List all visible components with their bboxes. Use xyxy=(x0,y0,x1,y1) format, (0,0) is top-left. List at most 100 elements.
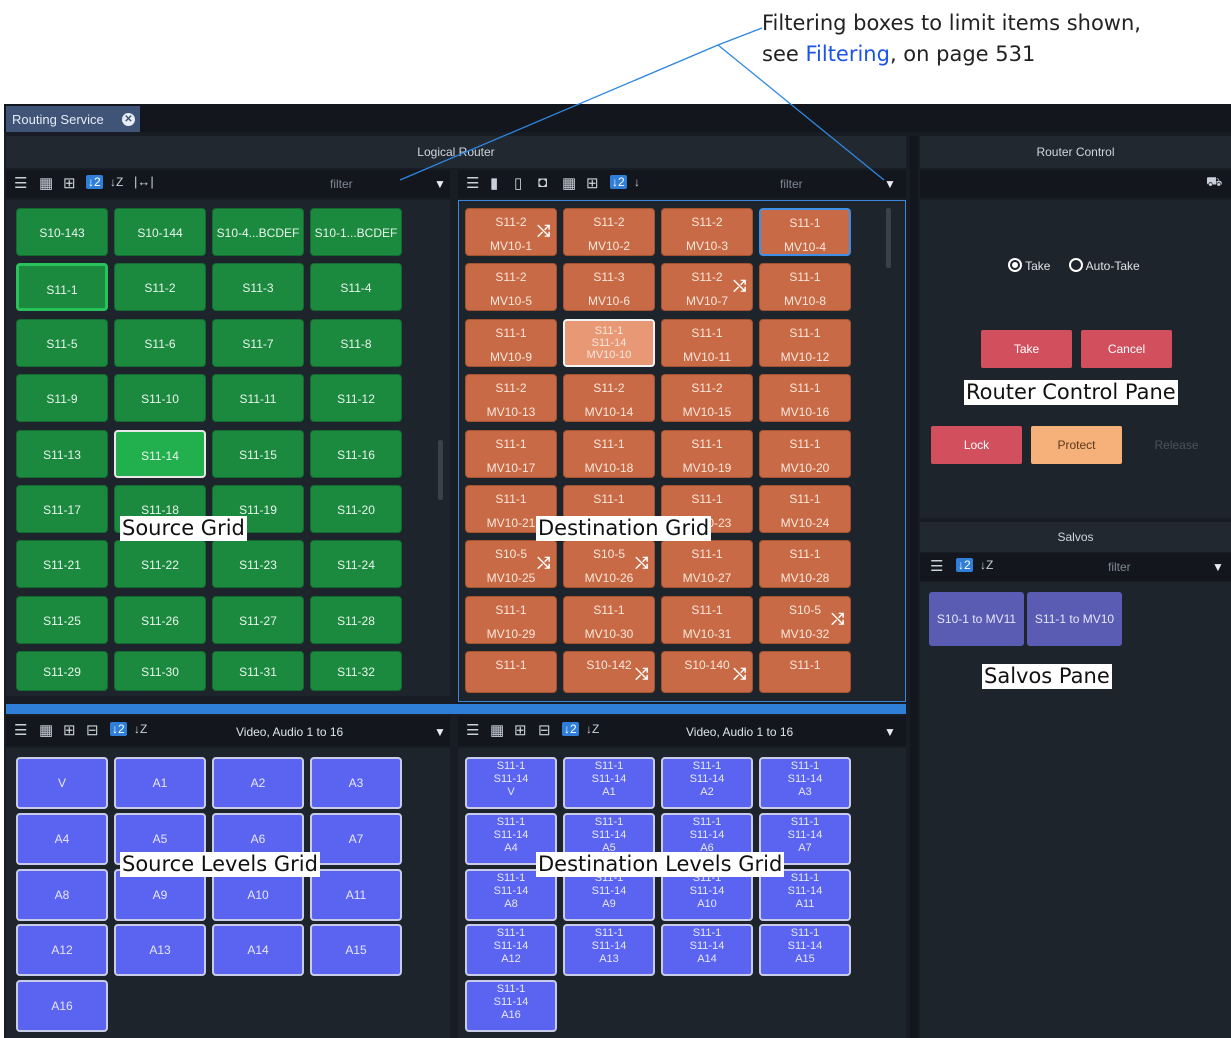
large-tiles-icon[interactable]: ▦ xyxy=(490,721,504,739)
source-tile[interactable]: S11-12 xyxy=(310,374,402,423)
destination-tile[interactable]: S11-1 MV10-31 xyxy=(661,595,753,644)
source-tile[interactable]: S11-5 xyxy=(16,318,108,367)
source-tile[interactable]: S11-28 xyxy=(310,595,402,644)
destination-filter-input[interactable]: filter xyxy=(780,177,803,191)
sort-numeric-icon[interactable]: ↓2 xyxy=(86,175,103,189)
large-tiles-icon[interactable]: ▦ xyxy=(39,721,53,739)
destination-tile[interactable]: S10-140 ⤭ xyxy=(661,651,753,694)
source-tile[interactable]: S11-9 xyxy=(16,374,108,423)
destination-tile[interactable]: S11-3 MV10-6 xyxy=(563,263,655,312)
source-tile[interactable]: S11-25 xyxy=(16,595,108,644)
source-level-tile[interactable]: A16 xyxy=(16,980,108,1033)
source-level-tile[interactable]: A3 xyxy=(310,757,402,809)
source-tile[interactable]: S11-7 xyxy=(212,318,304,367)
destination-tile[interactable]: S10-5 MV10-26 ⤭ xyxy=(563,540,655,589)
source-scrollbar[interactable] xyxy=(438,440,443,500)
destination-tile[interactable]: S11-2 MV10-15 xyxy=(661,374,753,423)
sort-alpha-icon[interactable]: ↓ xyxy=(634,175,640,189)
source-tile[interactable]: S11-20 xyxy=(310,485,402,533)
list-view-icon[interactable]: ☰ xyxy=(14,721,27,739)
copy-icon[interactable]: ▮ xyxy=(490,174,498,192)
cancel-button[interactable]: Cancel xyxy=(1081,330,1172,368)
destination-tile[interactable]: S11-1 MV10-8 xyxy=(759,263,851,312)
destination-tile[interactable]: S11-1 MV10-30 xyxy=(563,595,655,644)
destination-tile[interactable]: S11-2 MV10-2 xyxy=(563,208,655,256)
source-tile[interactable]: S11-1 xyxy=(16,263,108,312)
source-tile[interactable]: S11-30 xyxy=(114,651,206,692)
filtering-link[interactable]: Filtering xyxy=(805,42,889,66)
medium-tiles-icon[interactable]: ⊟ xyxy=(538,721,551,739)
close-icon[interactable]: ✕ xyxy=(122,113,135,126)
auto-take-radio[interactable]: Auto-Take xyxy=(1069,256,1140,273)
source-level-tile[interactable]: A7 xyxy=(310,812,402,865)
source-tile[interactable]: S11-24 xyxy=(310,540,402,589)
small-tiles-icon[interactable]: ⊞ xyxy=(586,174,599,192)
source-tile[interactable]: S11-31 xyxy=(212,651,304,692)
destination-tile[interactable]: S11-1 MV10-18 xyxy=(563,429,655,478)
destination-tile[interactable]: S11-1 MV10-16 xyxy=(759,374,851,423)
destination-tile[interactable]: S10-142 ⤭ xyxy=(563,651,655,694)
sort-alpha-icon[interactable]: ↓Z xyxy=(980,558,993,572)
router-icon[interactable]: ⛟ xyxy=(1206,174,1222,192)
source-level-tile[interactable]: A14 xyxy=(212,924,304,977)
source-tile[interactable]: S11-3 xyxy=(212,263,304,312)
source-tile[interactable]: S11-13 xyxy=(16,429,108,478)
source-level-tile[interactable]: A4 xyxy=(16,812,108,865)
destination-tile[interactable]: S11-2 MV10-5 xyxy=(465,263,557,312)
protect-button[interactable]: Protect xyxy=(1031,426,1122,464)
source-tile[interactable]: S11-6 xyxy=(114,318,206,367)
source-level-tile[interactable]: A11 xyxy=(310,868,402,921)
source-filter-input[interactable]: filter xyxy=(330,177,353,191)
source-tile[interactable]: S11-22 xyxy=(114,540,206,589)
source-tile[interactable]: S11-4 xyxy=(310,263,402,312)
vertical-splitter[interactable] xyxy=(910,136,918,1038)
source-tile[interactable]: S11-10 xyxy=(114,374,206,423)
release-button[interactable]: Release xyxy=(1131,426,1222,464)
funnel-icon[interactable]: ▼ xyxy=(884,177,896,191)
large-tiles-icon[interactable]: ▦ xyxy=(562,174,576,192)
source-tile[interactable]: S11-27 xyxy=(212,595,304,644)
salvos-filter-input[interactable]: filter xyxy=(1108,560,1131,574)
list-view-icon[interactable]: ☰ xyxy=(466,721,479,739)
funnel-icon[interactable]: ▼ xyxy=(1212,560,1224,574)
destination-tile[interactable]: S11-1 MV10-20 xyxy=(759,429,851,478)
destination-tile[interactable]: S10-5 MV10-25 ⤭ xyxy=(465,540,557,589)
medium-tiles-icon[interactable]: ⊟ xyxy=(86,721,99,739)
source-level-tile[interactable]: A15 xyxy=(310,924,402,977)
source-level-tile[interactable]: A13 xyxy=(114,924,206,977)
tab-routing-service[interactable]: Routing Service ✕ xyxy=(6,106,140,132)
destination-level-tile[interactable]: S11-1 S11-14 V xyxy=(465,757,557,809)
take-radio[interactable]: Take xyxy=(1008,256,1050,273)
destination-level-tile[interactable]: S11-1 S11-14 A13 xyxy=(563,924,655,977)
destination-tile[interactable]: S11-1 MV10-27 xyxy=(661,540,753,589)
source-tile[interactable]: S11-8 xyxy=(310,318,402,367)
fit-width-icon[interactable]: |↔| xyxy=(134,174,154,189)
destination-tile[interactable]: S11-1 xyxy=(465,651,557,694)
source-tile[interactable]: S11-11 xyxy=(212,374,304,423)
destination-levels-filter[interactable]: Video, Audio 1 to 16 xyxy=(686,725,793,739)
destination-tile[interactable]: S11-1 MV10-19 xyxy=(661,429,753,478)
source-tile[interactable]: S11-23 xyxy=(212,540,304,589)
source-level-tile[interactable]: A12 xyxy=(16,924,108,977)
destination-level-tile[interactable]: S11-1 S11-14 A3 xyxy=(759,757,851,809)
destination-level-tile[interactable]: S11-1 S11-14 A16 xyxy=(465,980,557,1033)
source-tile[interactable]: S11-16 xyxy=(310,429,402,478)
destination-tile[interactable]: S11-1 MV10-11 xyxy=(661,318,753,367)
source-tile[interactable]: S10-4...BCDEF xyxy=(212,208,304,256)
destination-level-tile[interactable]: S11-1 S11-14 A12 xyxy=(465,924,557,977)
source-tile[interactable]: S11-21 xyxy=(16,540,108,589)
source-tile[interactable]: S11-29 xyxy=(16,651,108,692)
sort-alpha-icon[interactable]: ↓Z xyxy=(586,722,599,736)
destination-tile[interactable]: S11-1 MV10-17 xyxy=(465,429,557,478)
list-view-icon[interactable]: ☰ xyxy=(466,174,479,192)
destination-level-tile[interactable]: S11-1 S11-14 A14 xyxy=(661,924,753,977)
take-button[interactable]: Take xyxy=(981,330,1072,368)
destination-scrollbar[interactable] xyxy=(886,208,891,268)
destination-tile[interactable]: S10-5 MV10-32 ⤭ xyxy=(759,595,851,644)
source-tile[interactable]: S11-32 xyxy=(310,651,402,692)
destination-level-tile[interactable]: S11-1 S11-14 A1 xyxy=(563,757,655,809)
clipboard-icon[interactable]: ▯ xyxy=(514,174,522,192)
source-tile[interactable]: S10-144 xyxy=(114,208,206,256)
large-tiles-icon[interactable]: ▦ xyxy=(39,174,53,192)
destination-tile[interactable]: S11-1 MV10-24 xyxy=(759,485,851,533)
